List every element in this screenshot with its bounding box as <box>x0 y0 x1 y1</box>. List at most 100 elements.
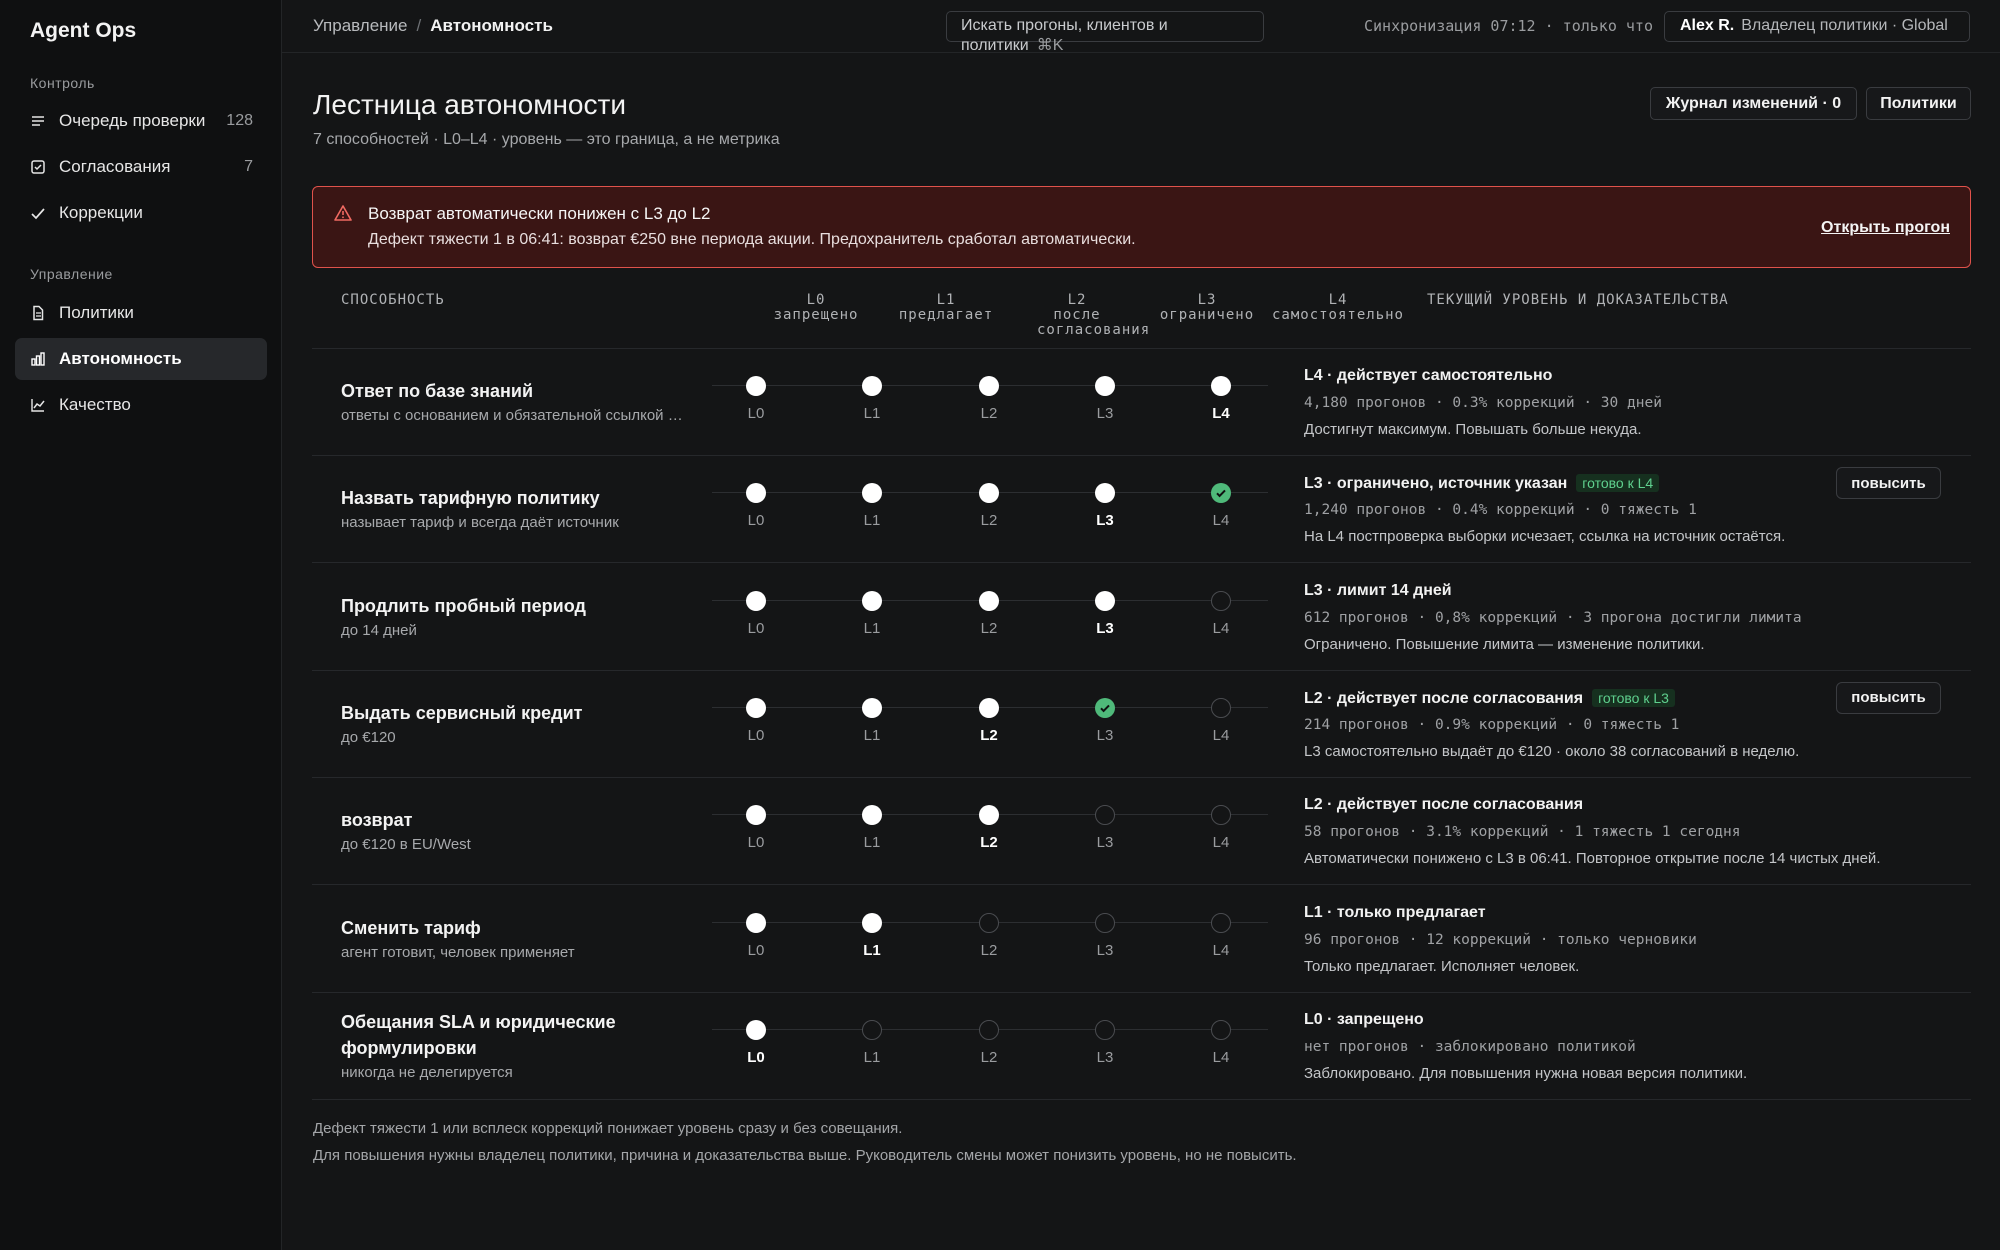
column-header-l3: L3 ограничено <box>1147 293 1267 323</box>
user-menu[interactable]: Alex R. Владелец политики · Global <box>1664 11 1970 42</box>
document-icon <box>30 305 46 321</box>
alert-text: Дефект тяжести 1 в 06:41: возврат €250 в… <box>368 231 1136 248</box>
table-row[interactable]: Продлить пробный период до 14 дней L0 L1 L2 L… <box>312 564 1971 671</box>
page-subtitle: 7 способностей · L0–L4 · уровень — это г… <box>313 131 780 148</box>
table-row[interactable]: Выдать сервисный кредит до €120 L0 L1 L2 L3 L4… <box>312 671 1971 778</box>
level-code: L1 <box>936 292 956 308</box>
sidebar-item-corrections[interactable]: Коррекции <box>15 192 267 234</box>
level-dot-reached[interactable] <box>979 483 999 504</box>
ready-badge: готово к L4 <box>1576 474 1660 493</box>
promote-button[interactable]: повысить <box>1836 681 1941 714</box>
level-dot-unreached[interactable] <box>1211 805 1231 826</box>
capability-description: до €120 в EU/West <box>341 836 471 854</box>
table-row[interactable]: Сменить тариф агент готовит, человек прим… <box>312 886 1971 993</box>
level-dot-unreached[interactable] <box>862 1019 882 1040</box>
level-dot-reached[interactable] <box>1095 590 1115 611</box>
sidebar-item-approvals[interactable]: Согласования 7 <box>15 146 267 188</box>
level-dot-reached[interactable] <box>979 805 999 826</box>
topbar: Управление / Автономность Искать прогоны, … <box>282 0 2000 54</box>
level-dot-reached[interactable] <box>862 912 882 933</box>
level-dot-unreached[interactable] <box>979 912 999 933</box>
sidebar-item-review-queue[interactable]: Очередь проверки 128 <box>15 100 267 142</box>
ready-badge: готово к L3 <box>1592 688 1675 707</box>
open-run-link[interactable]: Открыть прогон <box>1821 219 1950 237</box>
level-label: L2 <box>980 1048 998 1066</box>
level-dot-reached[interactable] <box>979 697 999 718</box>
level-label: L0 <box>747 512 765 530</box>
capability-description: ответы с основанием и обязательной ссылк… <box>341 407 686 424</box>
current-level-status: L3 · ограничено, источник указан готово к… <box>1304 474 1660 493</box>
level-dot-reached[interactable] <box>746 590 766 611</box>
status-text: L1 · только предлагает <box>1304 903 1486 921</box>
level-ready-check-icon[interactable] <box>1211 483 1231 504</box>
sidebar-item-count: 7 <box>244 158 253 175</box>
level-dot-unreached[interactable] <box>1211 697 1231 718</box>
level-label: L4 <box>1212 1048 1230 1066</box>
capability-description: называет тариф и всегда даёт источник <box>341 514 619 532</box>
level-dot-reached[interactable] <box>862 590 882 611</box>
breadcrumb-parent[interactable]: Управление <box>313 16 408 35</box>
level-label: L3 <box>1096 726 1114 744</box>
column-header-l4: L4 самостоятельно <box>1268 293 1408 323</box>
level-ready-check-icon[interactable] <box>1095 697 1115 718</box>
level-dot-reached[interactable] <box>746 805 766 826</box>
level-dot-unreached[interactable] <box>1211 912 1231 933</box>
level-dot-unreached[interactable] <box>1095 805 1115 826</box>
level-label: L4 <box>1212 512 1230 530</box>
table-row[interactable]: Назвать тарифную политику называет тариф … <box>312 456 1971 564</box>
level-label: L4 <box>1212 834 1230 852</box>
column-header-status: ТЕКУЩИЙ УРОВЕНЬ И ДОКАЗАТЕЛЬСТВА <box>1427 292 1729 308</box>
sidebar-item-policies[interactable]: Политики <box>15 292 267 334</box>
level-dot-reached[interactable] <box>746 1019 766 1040</box>
page-title: Лестница автономности <box>313 89 626 120</box>
sidebar: Agent Ops Контроль Очередь проверки 128 … <box>0 0 282 1250</box>
level-dot-reached[interactable] <box>746 697 766 718</box>
table-row[interactable]: Ответ по базе знаний ответы с основанием … <box>312 349 1971 456</box>
table-row[interactable]: возврат до €120 в EU/West L0 L1 L2 L3 L4 L2 · д… <box>312 778 1971 886</box>
level-dot-reached[interactable] <box>862 376 882 396</box>
level-label: L2 <box>980 834 998 852</box>
level-dot-reached[interactable] <box>862 697 882 718</box>
promote-button[interactable]: повысить <box>1836 467 1941 500</box>
level-dot-reached[interactable] <box>862 483 882 504</box>
level-label: L3 <box>1096 941 1114 959</box>
level-dot-unreached[interactable] <box>1211 590 1231 611</box>
table-row[interactable]: Обещания SLA и юридические формулировки н… <box>312 993 1971 1100</box>
search-placeholder: Искать прогоны, клиентов и политики <box>961 17 1168 54</box>
level-dot-reached[interactable] <box>979 590 999 611</box>
evidence-metrics: 612 прогонов · 0,8% коррекций · 3 прогон… <box>1304 609 1802 626</box>
sidebar-item-label: Качество <box>59 395 131 414</box>
level-dot-reached[interactable] <box>1211 376 1231 396</box>
level-dot-unreached[interactable] <box>979 1019 999 1040</box>
level-dot-unreached[interactable] <box>1211 1019 1231 1040</box>
level-label: L2 <box>980 619 998 637</box>
capability-description: никогда не делегируется <box>341 1063 513 1081</box>
level-dot-reached[interactable] <box>746 376 766 396</box>
level-dot-reached[interactable] <box>746 483 766 504</box>
level-dot-reached[interactable] <box>1095 483 1115 504</box>
sidebar-item-count: 128 <box>226 112 253 129</box>
level-dot-reached[interactable] <box>862 805 882 826</box>
level-label: L2 <box>980 726 998 744</box>
evidence-note: Только предлагает. Исполняет человек. <box>1304 957 1580 975</box>
check-icon <box>30 205 46 221</box>
level-dot-unreached[interactable] <box>1095 1019 1115 1040</box>
level-dot-unreached[interactable] <box>1095 912 1115 933</box>
breadcrumb-separator: / <box>416 16 422 35</box>
status-text: L4 · действует самостоятельно <box>1304 367 1553 384</box>
level-label: L1 <box>863 619 881 637</box>
capability-description: до 14 дней <box>341 621 417 639</box>
search-input[interactable]: Искать прогоны, клиентов и политики ⌘K <box>946 11 1264 54</box>
level-label: L4 <box>1212 405 1230 422</box>
current-level-status: L2 · действует после согласования готово … <box>1304 688 1675 708</box>
level-dot-reached[interactable] <box>746 912 766 933</box>
sidebar-item-autonomy[interactable]: Автономность <box>15 338 267 380</box>
sync-status: Синхронизация 07:12 · только что <box>1364 17 1653 35</box>
level-dot-reached[interactable] <box>979 376 999 396</box>
level-dot-reached[interactable] <box>1095 376 1115 396</box>
brand-logo[interactable]: Agent Ops <box>30 19 136 43</box>
level-label: L3 <box>1096 619 1114 637</box>
policies-button[interactable]: Политики <box>1866 87 1971 120</box>
sidebar-item-quality[interactable]: Качество <box>15 384 267 426</box>
changelog-button[interactable]: Журнал изменений · 0 <box>1650 87 1857 120</box>
